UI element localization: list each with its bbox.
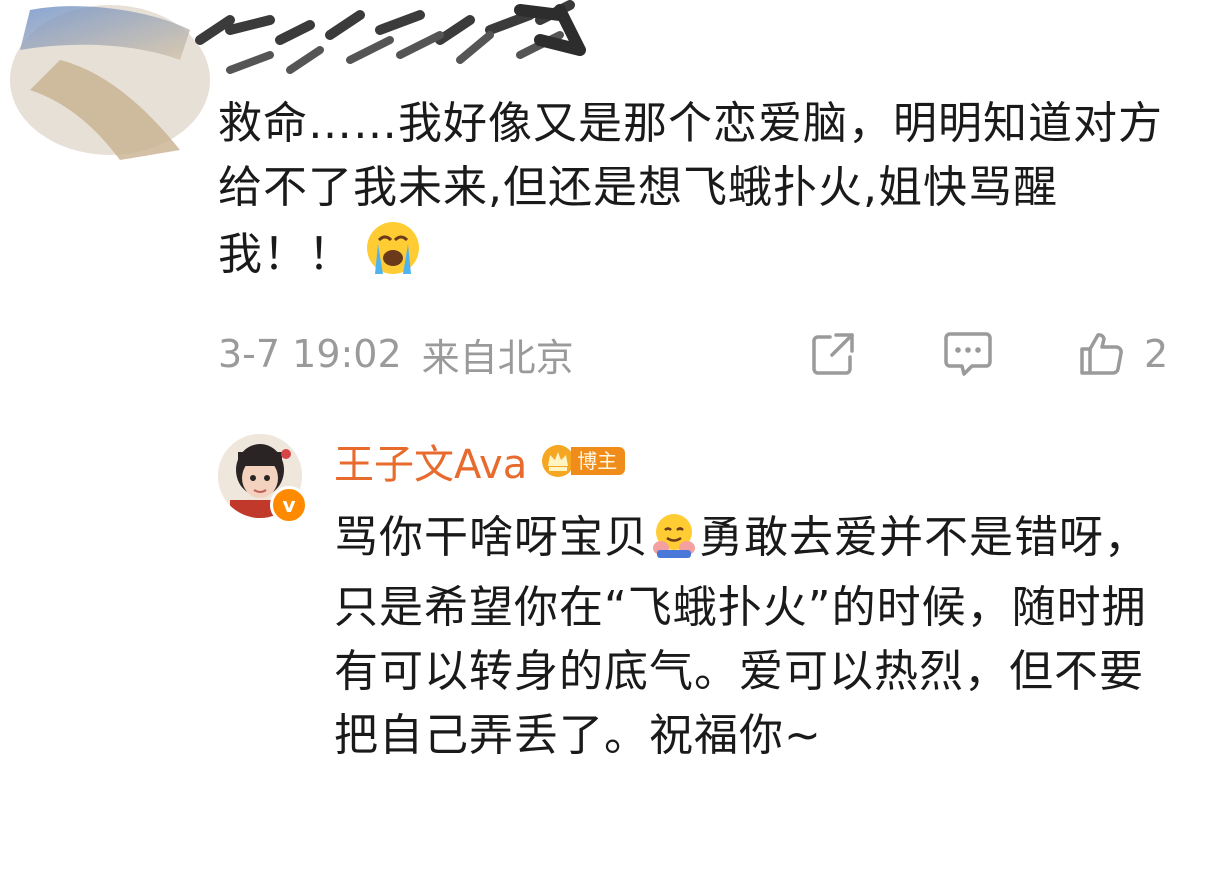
share-button[interactable] [808, 326, 858, 382]
comment-screen: 救命……我好像又是那个恋爱脑，明明知道对方给不了我未来,但还是想飞蛾扑火,姐快骂… [0, 0, 1216, 870]
thumbs-up-icon [1080, 333, 1123, 375]
comment-body: 救命……我好像又是那个恋爱脑，明明知道对方给不了我未来,但还是想飞蛾扑火,姐快骂… [218, 92, 1178, 294]
comment-timestamp: 3-7 19:02 [218, 332, 402, 376]
reply-body: 骂你干啥呀宝贝 勇敢去爱并不是错呀，只是希望你在“飞蛾扑火”的时候，随时拥有可以… [334, 506, 1184, 768]
comment-icon [944, 332, 992, 376]
comment-meta: 3-7 19:02 来自北京 2 [218, 326, 1178, 382]
hugging-face-icon [651, 512, 697, 576]
comment-text: 救命……我好像又是那个恋爱脑，明明知道对方给不了我未来,但还是想飞蛾扑火,姐快骂… [218, 98, 1163, 280]
reply-text-part1: 骂你干啥呀宝贝 [334, 512, 649, 563]
blogger-badge: 博主 [541, 443, 626, 479]
badge-label: 博主 [571, 447, 626, 475]
reply-header: 王子文Ava 博主 [334, 430, 626, 492]
crown-icon [542, 445, 575, 477]
reply-button[interactable] [942, 326, 994, 382]
loudly-crying-face-icon [365, 220, 421, 294]
comment-location: 来自北京 [421, 335, 574, 380]
like-count: 2 [1144, 332, 1169, 376]
verified-badge: v [270, 486, 308, 524]
share-icon [812, 333, 854, 375]
like-button[interactable]: 2 [1076, 326, 1168, 382]
username[interactable]: 王子文Ava [334, 432, 527, 490]
